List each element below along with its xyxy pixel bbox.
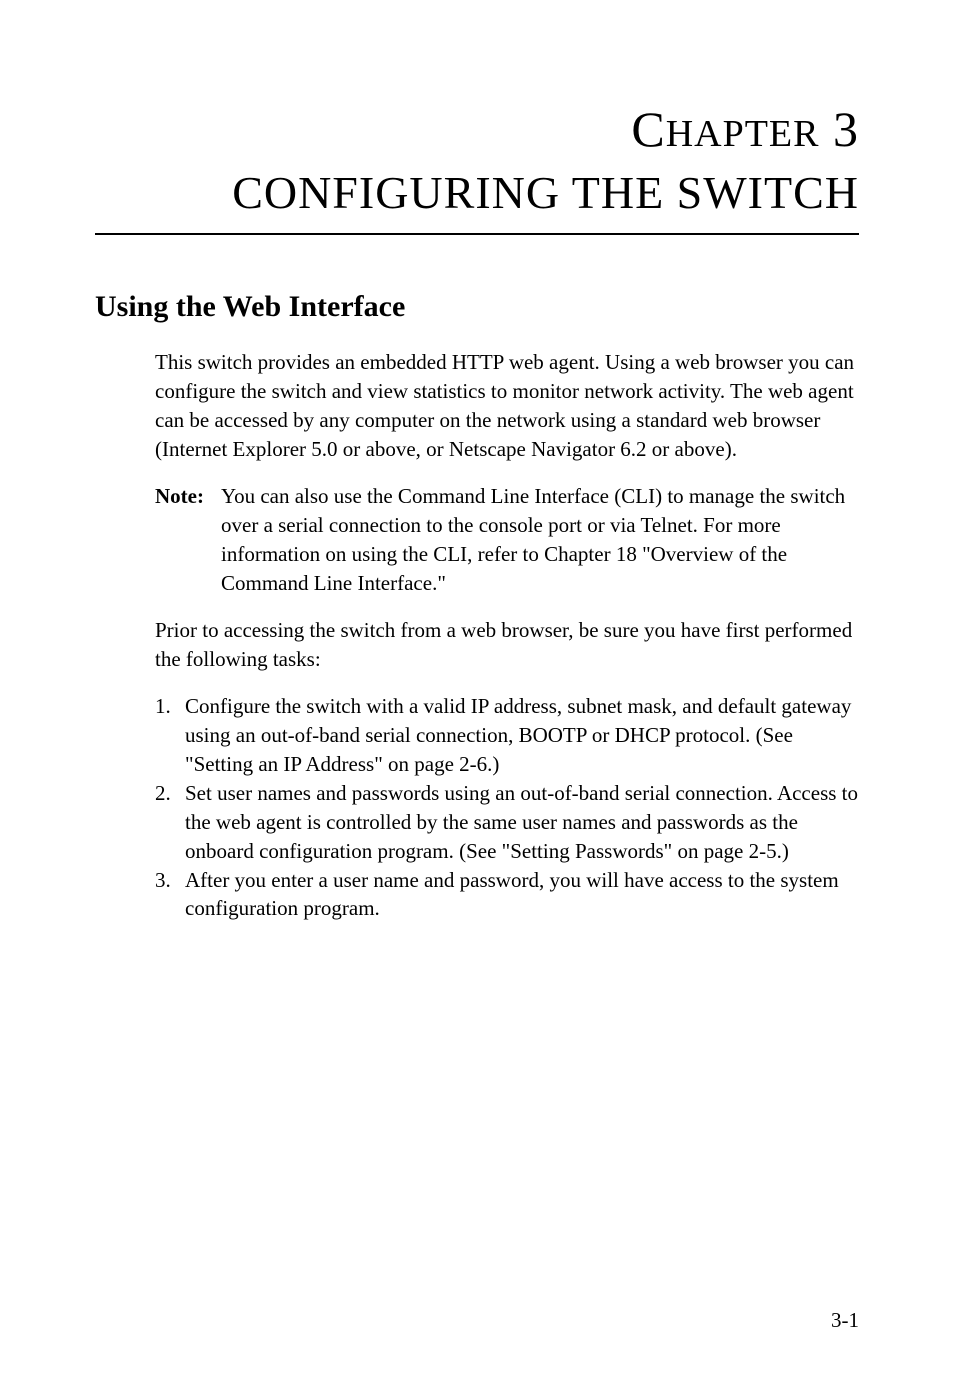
body-content: This switch provides an embedded HTTP we… [155,348,859,923]
list-item: 2. Set user names and passwords using an… [155,779,859,866]
title-divider [95,233,859,235]
list-number: 3. [155,866,185,924]
chapter-number: 3 [833,101,859,157]
chapter-title: CONFIGURING THE SWITCH [95,166,859,229]
chapter-label: CHAPTER 3 [95,100,859,158]
list-number: 1. [155,692,185,779]
task-list: 1. Configure the switch with a valid IP … [155,692,859,924]
pretask-paragraph: Prior to accessing the switch from a web… [155,616,859,674]
list-text: Set user names and passwords using an ou… [185,779,859,866]
list-text: Configure the switch with a valid IP add… [185,692,859,779]
page-number: 3-1 [831,1308,859,1333]
chapter-label-rest: HAPTER [666,113,820,155]
section-heading: Using the Web Interface [95,290,859,324]
note-label: Note: [155,482,221,598]
intro-paragraph: This switch provides an embedded HTTP we… [155,348,859,464]
list-item: 1. Configure the switch with a valid IP … [155,692,859,779]
list-item: 3. After you enter a user name and passw… [155,866,859,924]
list-number: 2. [155,779,185,866]
chapter-label-prefix: C [631,101,665,157]
note-body: You can also use the Command Line Interf… [221,482,859,598]
note-block: Note: You can also use the Command Line … [155,482,859,598]
list-text: After you enter a user name and password… [185,866,859,924]
